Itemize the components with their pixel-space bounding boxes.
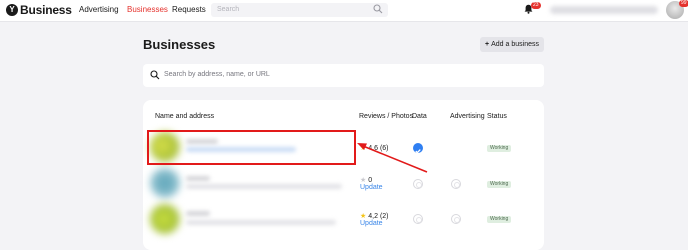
logo-text: Business bbox=[20, 3, 72, 17]
update-link[interactable]: Update bbox=[360, 220, 383, 227]
business-search-input[interactable]: Search by address, name, or URL bbox=[143, 64, 544, 87]
business-address bbox=[186, 220, 336, 225]
search-icon bbox=[150, 70, 160, 80]
column-data: Data bbox=[412, 113, 427, 120]
plus-icon: + bbox=[485, 41, 490, 48]
rating-value: ★ 4,2 (2) bbox=[360, 212, 389, 220]
update-link[interactable]: Update bbox=[360, 184, 383, 191]
rating-value: ★ 0 bbox=[360, 176, 372, 184]
logo-mark: Y bbox=[6, 4, 18, 16]
business-thumbnail[interactable] bbox=[150, 204, 180, 234]
business-search-placeholder: Search by address, name, or URL bbox=[164, 71, 270, 78]
highlight-box bbox=[147, 130, 356, 165]
star-icon: ★ bbox=[360, 177, 367, 184]
column-name-address: Name and address bbox=[155, 113, 215, 120]
rating-text: 0 bbox=[368, 177, 373, 184]
header-search-input[interactable]: Search bbox=[211, 3, 388, 17]
status-badge: Working bbox=[487, 145, 512, 152]
header-search-placeholder: Search bbox=[217, 6, 240, 13]
column-advertising: Advertising bbox=[450, 113, 485, 120]
notification-badge: 23 bbox=[531, 2, 541, 9]
search-icon bbox=[373, 4, 383, 14]
page-title: Businesses bbox=[143, 37, 216, 52]
logo[interactable]: Y Business bbox=[6, 3, 72, 17]
business-address bbox=[186, 184, 342, 189]
advertising-checkbox[interactable] bbox=[451, 214, 461, 224]
rating-text: 4,2 (2) bbox=[368, 213, 389, 220]
data-checkbox[interactable] bbox=[413, 214, 423, 224]
nav-advertising[interactable]: Advertising bbox=[79, 5, 119, 14]
data-checkbox[interactable] bbox=[413, 179, 423, 189]
account-name[interactable] bbox=[550, 6, 658, 14]
business-name[interactable] bbox=[186, 211, 210, 216]
column-status: Status bbox=[487, 113, 507, 120]
advertising-checkbox[interactable] bbox=[451, 179, 461, 189]
nav-requests[interactable]: Requests bbox=[172, 5, 206, 14]
star-icon: ★ bbox=[360, 213, 367, 220]
business-thumbnail[interactable] bbox=[150, 168, 180, 198]
arrow-icon bbox=[357, 143, 428, 173]
business-name[interactable] bbox=[186, 176, 210, 181]
nav-businesses[interactable]: Businesses bbox=[127, 5, 168, 14]
status-badge: Working bbox=[487, 216, 512, 223]
add-business-button[interactable]: + Add a business bbox=[480, 37, 544, 52]
status-badge: Working bbox=[487, 181, 512, 188]
column-reviews-photos: Reviews / Photos bbox=[359, 113, 414, 120]
add-business-label: Add a business bbox=[491, 41, 539, 48]
avatar-badge: 99 bbox=[679, 0, 688, 7]
